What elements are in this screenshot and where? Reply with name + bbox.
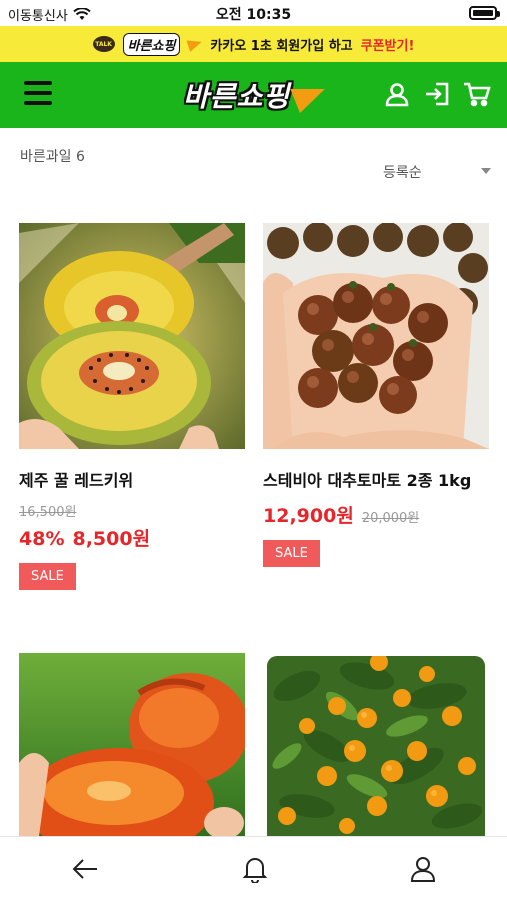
cart-icon [464,82,491,107]
sort-dropdown[interactable]: 등록순 [383,162,491,182]
product-card[interactable]: 스테비아 대추토마토 2종 1kg 12,900원 20,000원 SALE [263,223,489,567]
cart-button[interactable] [463,80,491,108]
status-time: 오전 10:35 [215,7,292,23]
original-price: 20,000원 [361,511,420,526]
coupon-cta[interactable]: 쿠폰받기! [361,35,415,54]
battery-icon [469,6,500,20]
kakao-promo-banner[interactable]: TALK 바른쇼핑 카카오 1초 회원가입 하고 쿠폰받기! [0,26,507,62]
original-price: 16,500원 [19,505,77,520]
tangerine-tree-image [267,656,485,836]
product-image[interactable] [19,653,245,836]
chevron-down-icon [481,168,491,174]
paper-plane-icon [186,36,204,52]
price-original-line: 16,500원 [19,501,245,520]
discount-rate: 48% [19,528,65,550]
promo-text: 카카오 1초 회원가입 하고 [210,38,353,54]
dried-persimmon-image [19,653,245,836]
app-header: 바른쇼핑 [0,62,507,128]
product-card[interactable]: 제주 꿀 레드키위 16,500원 48% 8,500원 SALE [19,223,245,590]
bottom-nav [0,836,507,900]
price-line: 48% 8,500원 [19,524,245,551]
product-card[interactable] [267,656,493,854]
logo-text: 바른쇼핑 [183,80,291,113]
sort-selected-value: 등록순 [383,165,422,181]
back-icon [72,859,97,879]
user-icon [410,857,436,882]
status-bar: 이동통신사 오전 10:35 [0,0,507,26]
product-image[interactable] [263,223,489,449]
sale-price: 8,500원 [72,528,151,550]
login-icon [426,82,449,106]
back-button[interactable] [70,854,100,884]
price-line: 12,900원 20,000원 [263,501,489,528]
red-kiwi-image [19,223,245,449]
product-card[interactable] [19,653,245,854]
user-icon [385,83,409,107]
category-label: 바른과일 6 [20,149,85,165]
kakao-talk-icon: TALK [92,36,115,52]
promo-logo: 바른쇼핑 [122,32,181,56]
notifications-button[interactable] [240,854,270,884]
menu-button[interactable] [24,81,52,107]
product-name[interactable]: 제주 꿀 레드키위 [19,467,245,491]
paper-plane-icon [290,76,330,114]
user-button[interactable] [383,80,411,108]
product-image[interactable] [19,223,245,449]
my-page-button[interactable] [408,854,438,884]
header-actions [383,80,491,108]
product-name[interactable]: 스테비아 대추토마토 2종 1kg [263,467,489,491]
login-button[interactable] [423,80,451,108]
menu-icon [24,81,52,85]
sale-badge: SALE [263,540,320,567]
bell-icon [242,858,268,883]
sale-badge: SALE [19,563,76,590]
sale-price: 12,900원 [263,505,354,527]
site-logo[interactable]: 바른쇼핑 [183,74,330,116]
cherry-tomato-image [263,223,489,449]
product-image[interactable] [267,656,485,836]
